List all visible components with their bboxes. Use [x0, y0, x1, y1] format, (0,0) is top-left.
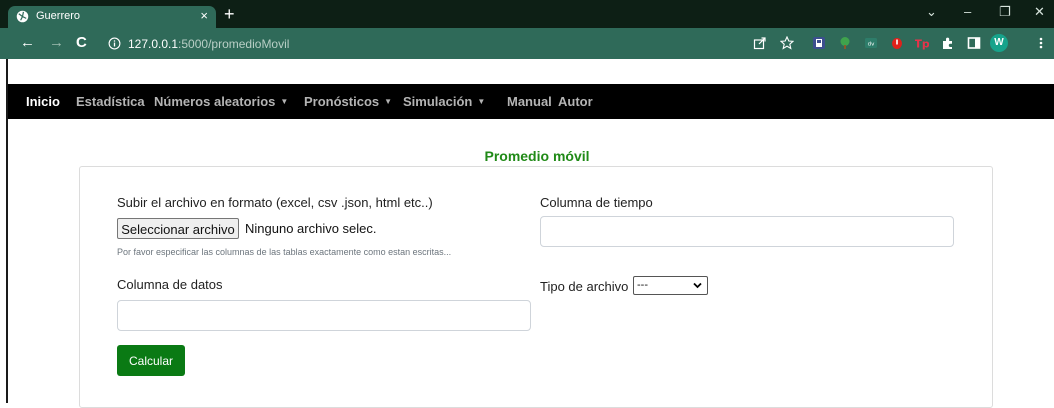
address-bar[interactable]: 127.0.0.1:5000/promedioMovil — [98, 32, 798, 55]
file-type-selected: --- — [637, 279, 648, 291]
nav-simulacion[interactable]: Simulación ▼ — [403, 94, 485, 109]
nav-numeros-aleatorios[interactable]: Números aleatorios ▼ — [154, 94, 288, 109]
url-host: 127.0.0.1 — [128, 37, 179, 51]
nav-autor[interactable]: Autor — [558, 94, 593, 109]
star-icon[interactable] — [780, 36, 794, 50]
chevron-down-icon: ▼ — [477, 97, 486, 106]
svg-text:Tp: Tp — [915, 38, 929, 51]
tab-search-chevron-icon[interactable]: ⌄ — [926, 4, 937, 20]
tab-close-button[interactable]: × — [200, 8, 208, 24]
nav-pronosticos-label: Pronósticos — [304, 94, 380, 109]
file-status: Ninguno archivo selec. — [245, 221, 377, 236]
chevron-down-icon: ▼ — [280, 97, 289, 106]
info-icon[interactable] — [108, 37, 121, 50]
chevron-down-icon: ▼ — [384, 97, 393, 106]
browser-toolbar: ← → C 127.0.0.1:5000/promedioMovil dv Tp — [0, 28, 1054, 59]
extension-red-icon[interactable] — [890, 36, 904, 50]
url-path: :5000/promedioMovil — [178, 37, 290, 51]
profile-avatar[interactable]: W — [990, 34, 1008, 52]
close-window-button[interactable]: ✕ — [1034, 4, 1045, 20]
file-type-select[interactable]: --- — [633, 276, 708, 295]
nav-inicio[interactable]: Inicio — [26, 94, 60, 109]
extension-dv-icon[interactable]: dv — [864, 36, 878, 50]
nav-numeros-aleatorios-label: Números aleatorios — [154, 94, 276, 109]
minimize-button[interactable]: – — [964, 4, 971, 20]
maximize-button[interactable]: ❐ — [999, 4, 1011, 20]
back-button[interactable]: ← — [20, 34, 35, 52]
extension-tp-icon[interactable]: Tp — [915, 36, 929, 51]
time-column-label: Columna de tiempo — [540, 195, 653, 210]
globe-icon — [16, 10, 29, 23]
nav-estadistica[interactable]: Estadística — [76, 94, 145, 109]
url-text: 127.0.0.1:5000/promedioMovil — [128, 37, 289, 51]
data-column-label: Columna de datos — [117, 277, 223, 292]
upload-label: Subir el archivo en formato (excel, csv … — [117, 195, 433, 210]
chevron-down-icon — [693, 282, 702, 289]
share-icon[interactable] — [753, 36, 767, 50]
help-text: Por favor especificar las columnas de la… — [117, 247, 452, 257]
page-title: Promedio móvil — [484, 148, 590, 164]
select-file-button[interactable]: Seleccionar archivo — [117, 218, 239, 239]
tab-title: Guerrero — [36, 10, 81, 22]
data-column-input[interactable] — [117, 300, 531, 331]
calculate-button[interactable]: Calcular — [117, 345, 185, 376]
nav-manual[interactable]: Manual — [507, 94, 552, 109]
file-type-label: Tipo de archivo — [540, 279, 629, 294]
kebab-menu-icon[interactable] — [1034, 36, 1048, 50]
extension-tree-icon[interactable] — [838, 36, 852, 50]
time-column-input[interactable] — [540, 216, 954, 247]
browser-tab-strip: Guerrero × + ⌄ – ❐ ✕ — [0, 0, 1054, 28]
nav-simulacion-label: Simulación — [403, 94, 473, 109]
puzzle-icon[interactable] — [941, 36, 955, 50]
new-tab-button[interactable]: + — [224, 4, 235, 24]
browser-tab[interactable]: Guerrero × — [8, 6, 216, 28]
extension-1-icon[interactable] — [812, 36, 826, 50]
reload-button[interactable]: C — [76, 34, 87, 52]
forward-button[interactable]: → — [49, 34, 64, 52]
profile-letter: W — [994, 37, 1004, 48]
sidebar-icon[interactable] — [967, 36, 981, 50]
app-navbar: Inicio Estadística Números aleatorios ▼ P… — [8, 84, 1054, 119]
svg-text:dv: dv — [868, 42, 875, 48]
nav-pronosticos[interactable]: Pronósticos ▼ — [304, 94, 392, 109]
